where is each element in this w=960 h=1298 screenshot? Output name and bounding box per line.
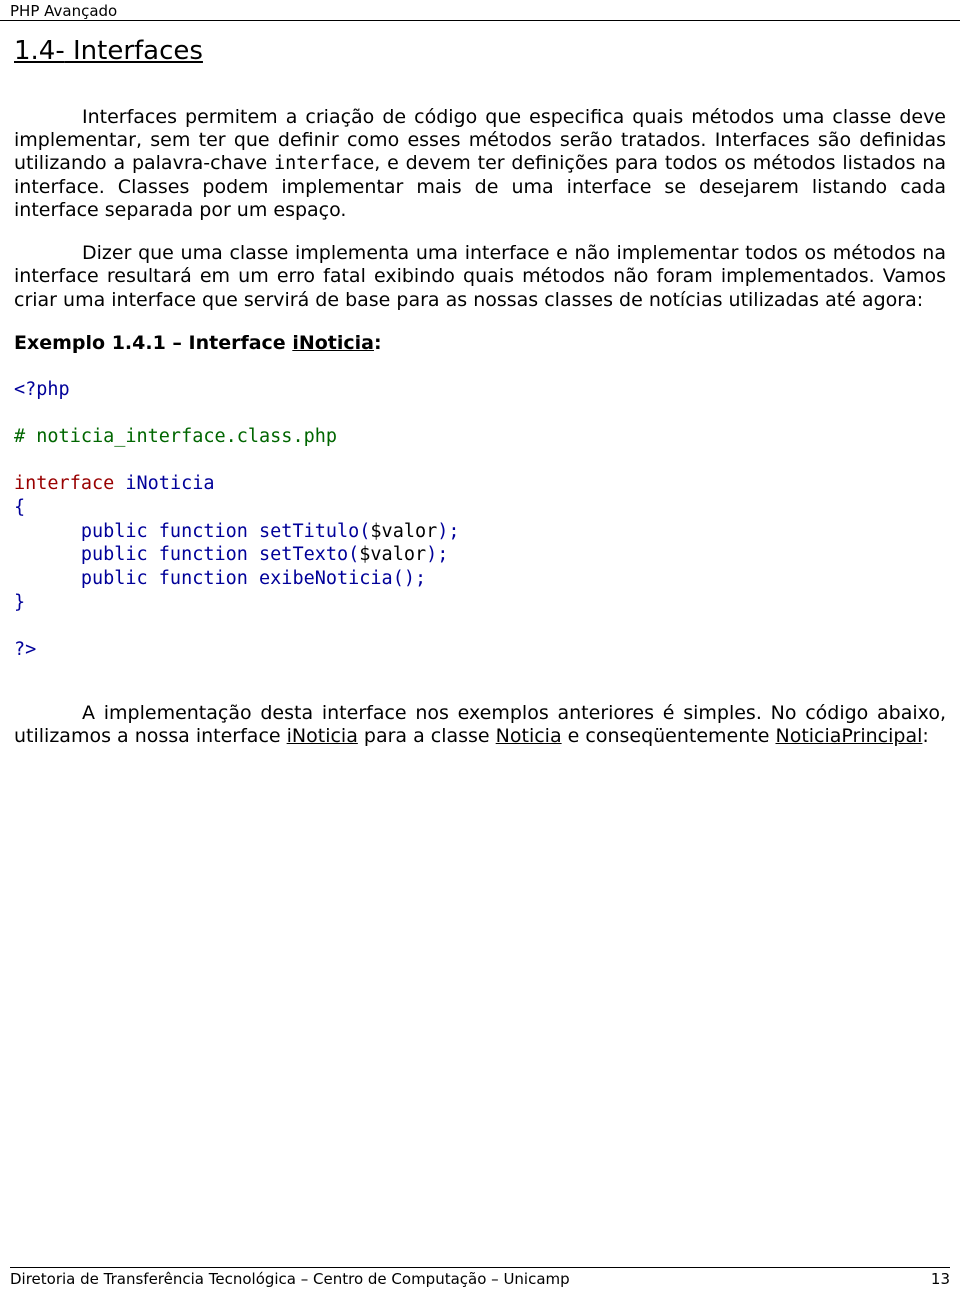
p3-t2: para a classe [358,725,496,747]
code-brace-close: } [14,592,25,613]
code-line-3: public function exibeNoticia(); [14,568,426,589]
code-line-1a: public function setTitulo( [14,521,370,542]
section-name: Interfaces [65,36,203,66]
noticia-ref: Noticia [496,725,562,747]
section-title: 1.4- Interfaces [14,36,946,66]
header-text: PHP Avançado [10,2,117,20]
paragraph-1: Interfaces permitem a criação de código … [14,106,946,222]
code-close-tag: ?> [14,639,36,660]
section-number: 1.4- [14,36,65,66]
paragraph-3: A implementação desta interface nos exem… [14,702,946,748]
code-open-tag: <?php [14,379,70,400]
p2-text: Dizer que uma classe implementa uma inte… [14,242,946,310]
code-line-1c: ); [437,521,459,542]
code-var-2: $valor [359,544,426,565]
p3-t4: : [922,725,928,747]
p3-t3: e conseqüentemente [562,725,776,747]
code-interface-name: iNoticia [114,473,214,494]
code-brace-open: { [14,497,25,518]
inoticia-ref: iNoticia [287,725,358,747]
code-var-1: $valor [370,521,437,542]
code-line-2c: ); [426,544,448,565]
example-suffix: : [374,332,382,354]
example-name: iNoticia [292,332,374,354]
page-header: PHP Avançado [0,0,960,21]
code-comment: # noticia_interface.class.php [14,426,337,447]
inline-code-interface: interface [274,153,374,174]
paragraph-2: Dizer que uma classe implementa uma inte… [14,242,946,312]
example-prefix: Exemplo 1.4.1 – Interface [14,332,292,354]
page-footer: Diretoria de Transferência Tecnológica –… [10,1267,950,1288]
example-title: Exemplo 1.4.1 – Interface iNoticia: [14,332,946,354]
footer-page-number: 13 [931,1270,950,1288]
footer-left: Diretoria de Transferência Tecnológica –… [10,1270,570,1288]
noticiaprincipal-ref: NoticiaPrincipal [775,725,922,747]
code-keyword-interface: interface [14,473,114,494]
code-line-2a: public function setTexto( [14,544,359,565]
page: PHP Avançado 1.4- Interfaces Interfaces … [0,0,960,1298]
page-body: 1.4- Interfaces Interfaces permitem a cr… [14,28,946,768]
code-block: <?php # noticia_interface.class.php inte… [14,378,946,662]
